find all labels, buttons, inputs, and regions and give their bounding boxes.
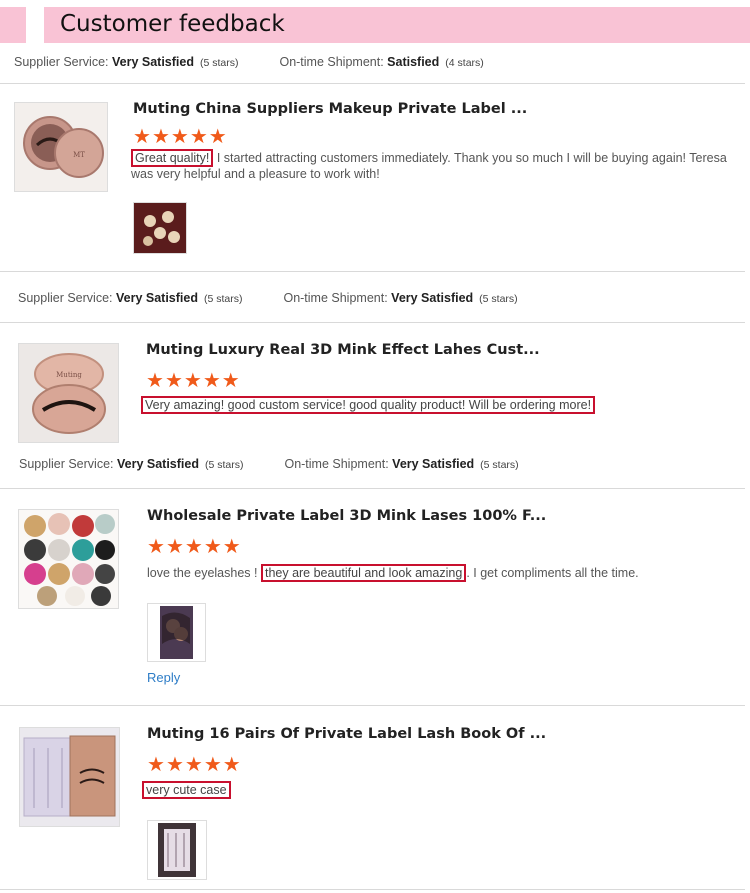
star-rating: ★★★★★: [147, 754, 242, 776]
page-title: Customer feedback: [60, 11, 285, 37]
product-thumbnail[interactable]: [19, 727, 120, 827]
star-icon: ★: [184, 536, 203, 558]
star-icon: ★: [164, 370, 183, 392]
star-icon: ★: [208, 126, 227, 148]
shipment-value: Satisfied: [387, 55, 440, 69]
header-bar: Customer feedback: [44, 7, 750, 43]
shipment-label: On-time Shipment:: [284, 457, 389, 471]
reply-link[interactable]: Reply: [147, 670, 180, 685]
shipment-stars: (5 stars): [479, 293, 518, 305]
star-icon: ★: [189, 126, 208, 148]
star-icon: ★: [165, 754, 184, 776]
divider: [0, 83, 745, 84]
shipment-stars: (4 stars): [445, 57, 484, 69]
product-title[interactable]: Muting China Suppliers Makeup Private La…: [133, 101, 527, 117]
svg-text:MT: MT: [73, 151, 85, 159]
star-rating: ★★★★★: [146, 370, 241, 392]
star-icon: ★: [183, 370, 202, 392]
star-icon: ★: [147, 536, 165, 558]
review-text-after: . I get compliments all the time.: [466, 566, 639, 580]
divider: [0, 889, 745, 890]
shipment-stars: (5 stars): [480, 459, 519, 471]
supplier-service-label: Supplier Service:: [18, 291, 113, 305]
star-icon: ★: [222, 754, 241, 776]
supplier-service-label: Supplier Service:: [19, 457, 114, 471]
supplier-rating-row: Supplier Service: Very Satisfied (5 stars…: [14, 55, 484, 69]
star-icon: ★: [133, 126, 151, 148]
svg-text:Muting: Muting: [56, 371, 82, 379]
supplier-rating-row: Supplier Service: Very Satisfied (5 stars…: [19, 457, 519, 471]
divider: [0, 705, 745, 706]
review-text: Great quality! I started attracting cust…: [131, 149, 736, 182]
review-photo[interactable]: [147, 820, 207, 880]
review-photo[interactable]: [133, 202, 187, 254]
review-photo[interactable]: [147, 603, 206, 662]
product-thumbnail[interactable]: MT: [14, 102, 108, 192]
shipment-value: Very Satisfied: [392, 457, 475, 471]
shipment-label: On-time Shipment:: [283, 291, 388, 305]
star-icon: ★: [165, 536, 184, 558]
review-text-after: I started attracting customers immediate…: [131, 151, 727, 181]
supplier-service-value: Very Satisfied: [116, 457, 199, 471]
supplier-service-label: Supplier Service:: [14, 55, 109, 69]
supplier-rating-row: Supplier Service: Very Satisfied (5 stars…: [18, 291, 518, 305]
star-icon: ★: [222, 536, 241, 558]
review-highlight: Very amazing! good custom service! good …: [141, 396, 596, 414]
product-title[interactable]: Muting Luxury Real 3D Mink Effect Lahes …: [146, 342, 540, 358]
shipment-label: On-time Shipment:: [279, 55, 384, 69]
product-title[interactable]: Muting 16 Pairs Of Private Label Lash Bo…: [147, 726, 546, 742]
review-text: Very amazing! good custom service! good …: [141, 396, 741, 414]
star-rating: ★★★★★: [133, 126, 228, 148]
review-text: love the eyelashes ! they are beautiful …: [147, 564, 742, 582]
review-highlight: Great quality!: [131, 149, 214, 167]
star-rating: ★★★★★: [147, 536, 242, 558]
divider: [0, 322, 745, 323]
divider: [0, 271, 745, 272]
review-highlight: they are beautiful and look amazing: [260, 564, 467, 582]
product-thumbnail[interactable]: [18, 509, 119, 609]
review-text: very cute case: [142, 781, 737, 799]
review-highlight: very cute case: [142, 781, 231, 799]
divider: [0, 488, 745, 489]
star-icon: ★: [203, 536, 222, 558]
star-icon: ★: [147, 754, 165, 776]
review-text-before: love the eyelashes !: [147, 566, 261, 580]
product-thumbnail[interactable]: Muting: [18, 343, 119, 443]
header-accent-block: [0, 7, 26, 43]
supplier-service-value: Very Satisfied: [115, 291, 198, 305]
star-icon: ★: [184, 754, 203, 776]
product-title[interactable]: Wholesale Private Label 3D Mink Lases 10…: [147, 508, 546, 524]
supplier-service-value: Very Satisfied: [111, 55, 194, 69]
star-icon: ★: [170, 126, 189, 148]
star-icon: ★: [202, 370, 221, 392]
supplier-service-stars: (5 stars): [199, 57, 239, 69]
star-icon: ★: [146, 370, 164, 392]
star-icon: ★: [221, 370, 240, 392]
supplier-service-stars: (5 stars): [203, 293, 243, 305]
star-icon: ★: [151, 126, 170, 148]
supplier-service-stars: (5 stars): [204, 459, 244, 471]
shipment-value: Very Satisfied: [391, 291, 474, 305]
star-icon: ★: [203, 754, 222, 776]
